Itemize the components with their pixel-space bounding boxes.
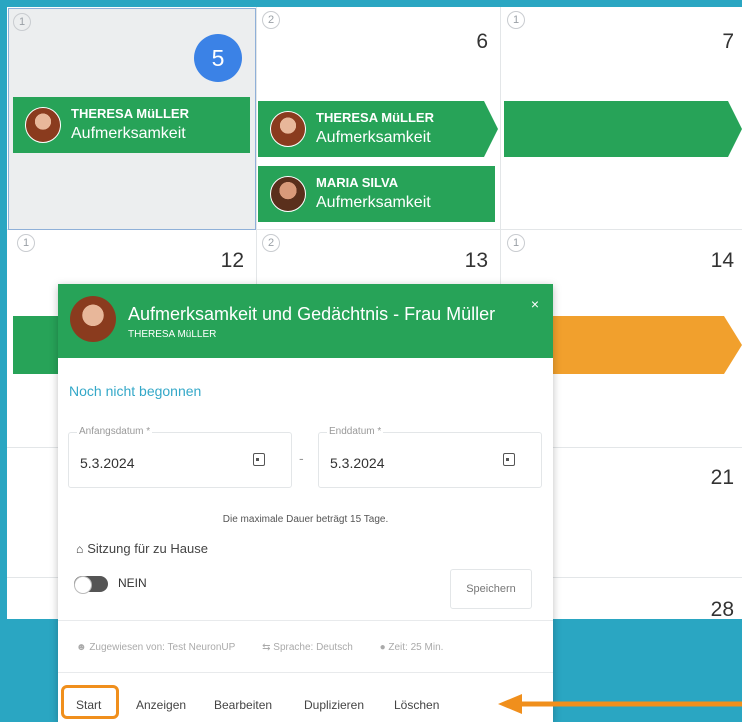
language: ⇆ Sprache: Deutsch	[262, 642, 353, 653]
start-date-field[interactable]: Anfangsdatum * 5.3.2024	[68, 426, 292, 488]
day-number: 12	[220, 249, 244, 272]
event-count-badge: 2	[262, 234, 280, 252]
calendar-icon[interactable]	[253, 453, 265, 466]
event-count-badge: 1	[17, 234, 35, 252]
day-number: 14	[710, 249, 734, 272]
start-highlight-box	[61, 685, 119, 719]
day-number: 7	[722, 30, 734, 53]
max-duration-note: Die maximale Dauer beträgt 15 Tage.	[222, 514, 389, 525]
event-details-popup: Aufmerksamkeit und Gedächtnis - Frau Mül…	[58, 284, 553, 722]
duration: ● Zeit: 25 Min.	[379, 642, 444, 653]
calendar-event[interactable]: THERESA MüLLER Aufmerksamkeit	[258, 101, 498, 157]
edit-button[interactable]: Bearbeiten	[214, 698, 272, 712]
end-date-value: 5.3.2024	[330, 455, 385, 471]
event-count-badge: 1	[13, 13, 31, 31]
end-date-field[interactable]: Enddatum * 5.3.2024	[318, 426, 542, 488]
toggle-state-label: NEIN	[118, 576, 147, 590]
event-count-badge: 1	[507, 11, 525, 29]
event-type: Aufmerksamkeit	[71, 125, 186, 142]
event-patient-name: THERESA MüLLER	[316, 110, 434, 125]
home-session-row: ⌂ Sitzung für zu Hause	[76, 541, 208, 556]
assigned-by: ☻ Zugewiesen von: Test NeuronUP	[76, 642, 236, 653]
calendar-event[interactable]: THERESA MüLLER Aufmerksamkeit	[13, 97, 250, 153]
status-text: Noch nicht begonnen	[69, 383, 202, 399]
event-count-badge: 2	[262, 11, 280, 29]
avatar	[25, 107, 61, 143]
day-number: 21	[710, 466, 734, 489]
popup-header: Aufmerksamkeit und Gedächtnis - Frau Mül…	[58, 284, 553, 358]
day-number: 28	[710, 598, 734, 621]
start-date-value: 5.3.2024	[80, 455, 135, 471]
view-button[interactable]: Anzeigen	[136, 698, 186, 712]
day-number: 6	[476, 30, 488, 53]
event-type: Aufmerksamkeit	[316, 129, 431, 146]
event-count-badge: 1	[507, 234, 525, 252]
close-icon[interactable]: ×	[531, 296, 539, 312]
calendar-event-orange[interactable]	[545, 316, 742, 374]
pointer-arrow-icon	[498, 694, 742, 714]
date-range-separator: -	[299, 450, 304, 466]
start-date-label: Anfangsdatum *	[77, 426, 153, 437]
avatar	[270, 111, 306, 147]
popup-patient-name: THERESA MüLLER	[128, 329, 217, 340]
calendar-event[interactable]: MARIA SILVA Aufmerksamkeit	[258, 166, 495, 222]
event-patient-name: THERESA MüLLER	[71, 106, 189, 121]
event-patient-name: MARIA SILVA	[316, 175, 399, 190]
popup-actions: Start Anzeigen Bearbeiten Duplizieren Lö…	[58, 692, 553, 722]
avatar	[270, 176, 306, 212]
calendar-event-continuation[interactable]	[504, 101, 742, 157]
end-date-label: Enddatum *	[327, 426, 384, 437]
day-number: 13	[464, 249, 488, 272]
home-icon: ⌂	[76, 542, 84, 556]
save-button[interactable]: Speichern	[450, 569, 532, 609]
home-session-toggle[interactable]	[74, 576, 108, 594]
avatar	[70, 296, 116, 342]
divider	[58, 672, 553, 673]
divider	[58, 620, 553, 621]
duplicate-button[interactable]: Duplizieren	[304, 698, 364, 712]
delete-button[interactable]: Löschen	[394, 698, 439, 712]
session-meta: ☻ Zugewiesen von: Test NeuronUP ⇆ Sprach…	[76, 642, 467, 653]
home-session-label: Sitzung für zu Hause	[87, 541, 208, 556]
popup-title: Aufmerksamkeit und Gedächtnis - Frau Mül…	[128, 304, 496, 324]
event-type: Aufmerksamkeit	[316, 194, 431, 211]
today-day-number: 5	[194, 34, 242, 82]
calendar-icon[interactable]	[503, 453, 515, 466]
